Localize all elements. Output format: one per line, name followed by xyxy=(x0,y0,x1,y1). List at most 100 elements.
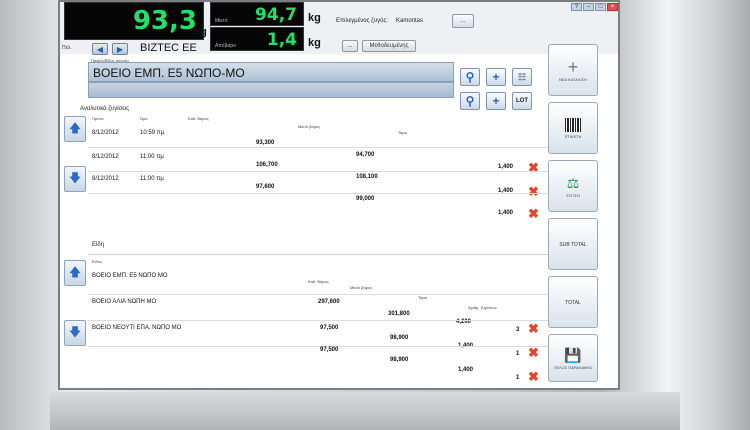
add-lot-button[interactable]: + xyxy=(486,92,506,110)
scale-icon: ⚖ xyxy=(566,174,580,191)
row-time: 11:00 πμ xyxy=(140,176,164,182)
scale-select-label: Επιλεγμένος ζυγός: xyxy=(336,18,388,24)
table-row[interactable]: 8/12/2012 11:00 πμ 97,600 99,000 1,400 ✖ xyxy=(88,172,548,221)
table-row[interactable]: 8/12/2012 11:00 πμ 106,700 108,100 1,400… xyxy=(88,150,548,199)
chevron-left-icon: ◀ xyxy=(96,44,104,54)
table-row[interactable]: ΒΟΕΙΟ ΑΛΙΑ ΝΩΠΗ ΜΟ 97,500 98,900 1,400 1… xyxy=(88,295,548,360)
total-button[interactable]: TOTAL xyxy=(548,276,598,328)
weighings-title: Αναλυτικά ζυγίσεις xyxy=(80,106,130,112)
search-lot-button[interactable]: ⚲ xyxy=(460,92,480,110)
table-row[interactable]: ΒΟΕΙΟ ΝΕΟΥΤΙ ΕΠΑ. ΝΩΠΟ ΜΟ 97,500 98,900 … xyxy=(88,321,548,384)
items-title: Είδη xyxy=(92,242,105,248)
weight-display: 93,3 xyxy=(64,2,204,40)
weighings-scroll-down[interactable]: 🡇 xyxy=(64,166,86,192)
col-item: Είδος xyxy=(92,259,102,264)
row-time: 10:59 πμ xyxy=(140,130,165,136)
arrow-down-icon: 🡇 xyxy=(68,170,82,185)
weighings-table: Ημ/νία Ώρα Καθ. Βάρος Μικτό βάρος Τάρα 8… xyxy=(88,114,548,224)
exit-button[interactable]: ➲ xyxy=(548,388,598,390)
print-label-label: ΕΤΙΚΕΤΑ xyxy=(564,133,582,139)
new-entry-label: ΝΕΑ ΚΑΤΑΧ/ΣΗ xyxy=(558,76,588,82)
tare-display: 94,7 Μικτό xyxy=(210,2,304,26)
row-net: 93,300 xyxy=(256,140,275,146)
row-time: 11:00 πμ xyxy=(140,154,164,160)
row-item-name: ΒΟΕΙΟ ΑΛΙΑ ΝΩΠΗ ΜΟ xyxy=(92,299,157,305)
items-scroll-down[interactable]: 🡇 xyxy=(64,320,86,346)
search-icon: ⚲ xyxy=(465,70,475,84)
device-bottom-frame xyxy=(50,392,680,430)
delete-x-icon[interactable]: ✖ xyxy=(528,345,539,361)
weigh-label: ΖΥΓΙΣΗ xyxy=(566,192,580,198)
scale-select-value: Kamontas xyxy=(396,18,424,24)
customer-name: BIZTEC EE xyxy=(140,42,197,54)
row-date: 8/12/2012 xyxy=(92,130,119,136)
finish-receipt-label: ΤΕΛΟΣ ΠΑΡΑΛΑΒΗΣ xyxy=(553,364,593,370)
search-icon: ⚲ xyxy=(465,94,475,108)
plus-icon: + xyxy=(492,70,500,84)
arrow-up-icon: 🡅 xyxy=(68,120,82,135)
chevron-right-icon: ▶ xyxy=(116,44,124,54)
items-table: Είδος Καθ. Βάρος Μικτό βάρος Τάρα Αριθμ.… xyxy=(88,254,548,388)
item-name: ΒΟΕΙΟ ΕΜΠ. Ε5 ΝΩΠΟ-ΜΟ xyxy=(93,66,245,80)
customer-label: Πελ. xyxy=(62,45,72,51)
tare-unit: kg xyxy=(308,12,321,24)
subtotal-button[interactable]: SUB TOTAL xyxy=(548,218,598,270)
help-button[interactable]: ? xyxy=(571,3,582,11)
action-panel: + ΝΕΑ ΚΑΤΑΧ/ΣΗ ΕΤΙΚΕΤΑ ⚖ ΖΥΓΙΣΗ SUB TOTA… xyxy=(548,40,608,390)
row-date: 8/12/2012 xyxy=(92,176,119,182)
col-time: Ώρα xyxy=(140,116,148,121)
row-item-name: ΒΟΕΙΟ ΝΕΟΥΤΙ ΕΠΑ. ΝΩΠΟ ΜΟ xyxy=(92,325,182,331)
row-date: 8/12/2012 xyxy=(92,154,119,160)
delete-x-icon[interactable]: ✖ xyxy=(528,206,539,222)
prev-customer-button[interactable]: ◀ xyxy=(92,43,108,55)
document-icon: ☷ xyxy=(517,71,527,82)
item-info-button[interactable]: ☷ xyxy=(512,68,532,86)
weight-value: 93,3 xyxy=(132,6,197,36)
delete-x-icon[interactable]: ✖ xyxy=(528,369,539,385)
row-tare: 1,400 xyxy=(458,367,474,373)
total-label: TOTAL xyxy=(565,300,581,306)
plus-icon: + xyxy=(492,94,500,108)
floppy-disk-icon: 💾 xyxy=(564,346,582,363)
search-item-button[interactable]: ⚲ xyxy=(460,68,480,86)
row-count: 1 xyxy=(516,351,520,357)
next-customer-button[interactable]: ▶ xyxy=(112,43,128,55)
table-row[interactable]: ΒΟΕΙΟ ΕΜΠ. Ε5 ΝΩΠΟ ΜΟ 297,600 301,800 4,… xyxy=(88,269,548,336)
close-button[interactable]: × xyxy=(607,3,618,11)
items-scroll-up[interactable]: 🡅 xyxy=(64,260,86,286)
item-sublabel: Προϊόν/Είδος σύνολο xyxy=(91,58,129,63)
minimize-button[interactable]: – xyxy=(583,3,594,11)
row-count: 1 xyxy=(516,375,520,381)
row-net: 106,700 xyxy=(256,162,278,168)
table-row[interactable]: 8/12/2012 10:59 πμ 93,300 94,700 1,400 ✖ xyxy=(88,126,548,175)
lot-button[interactable]: LOT xyxy=(512,92,532,110)
tare-label: Μικτό xyxy=(215,18,228,24)
col-date: Ημ/νία xyxy=(92,116,104,121)
print-label-button[interactable]: ΕΤΙΚΕΤΑ xyxy=(548,102,598,154)
row-net: 97,500 xyxy=(320,347,339,353)
arrow-up-icon: 🡅 xyxy=(68,264,82,279)
arrow-down-icon: 🡇 xyxy=(68,324,82,339)
window-controls: ? – □ × xyxy=(571,3,618,11)
weight-unit: kg xyxy=(194,26,207,38)
item-field[interactable]: Προϊόν/Είδος σύνολο ΒΟΕΙΟ ΕΜΠ. Ε5 ΝΩΠΟ-Μ… xyxy=(88,58,454,82)
row-item-name: ΒΟΕΙΟ ΕΜΠ. Ε5 ΝΩΠΟ ΜΟ xyxy=(92,273,168,279)
customer-row: Πελ. ◀ ▶ BIZTEC EE xyxy=(60,42,550,56)
item-secondary-field[interactable] xyxy=(88,82,454,98)
maximize-button[interactable]: □ xyxy=(595,3,606,11)
barcode-icon xyxy=(565,117,581,132)
scale-browse-button[interactable]: ... xyxy=(452,14,474,28)
plus-icon: + xyxy=(567,56,579,77)
subtotal-label: SUB TOTAL xyxy=(559,242,587,248)
row-gross: 98,900 xyxy=(390,357,409,363)
row-net: 97,600 xyxy=(256,184,275,190)
weighings-scroll-up[interactable]: 🡅 xyxy=(64,116,86,142)
row-tare: 1,400 xyxy=(498,210,514,216)
finish-receipt-button[interactable]: 💾 ΤΕΛΟΣ ΠΑΡΑΛΑΒΗΣ xyxy=(548,334,598,382)
weigh-button[interactable]: ⚖ ΖΥΓΙΣΗ xyxy=(548,160,598,212)
add-item-button[interactable]: + xyxy=(486,68,506,86)
app-screen: 93,3 kg 94,7 Μικτό kg 1,4 Απόβαρο kg Επι… xyxy=(58,0,620,390)
new-entry-button[interactable]: + ΝΕΑ ΚΑΤΑΧ/ΣΗ xyxy=(548,44,598,96)
row-gross: 99,000 xyxy=(356,196,375,202)
col-net: Καθ. Βάρος xyxy=(188,116,209,121)
